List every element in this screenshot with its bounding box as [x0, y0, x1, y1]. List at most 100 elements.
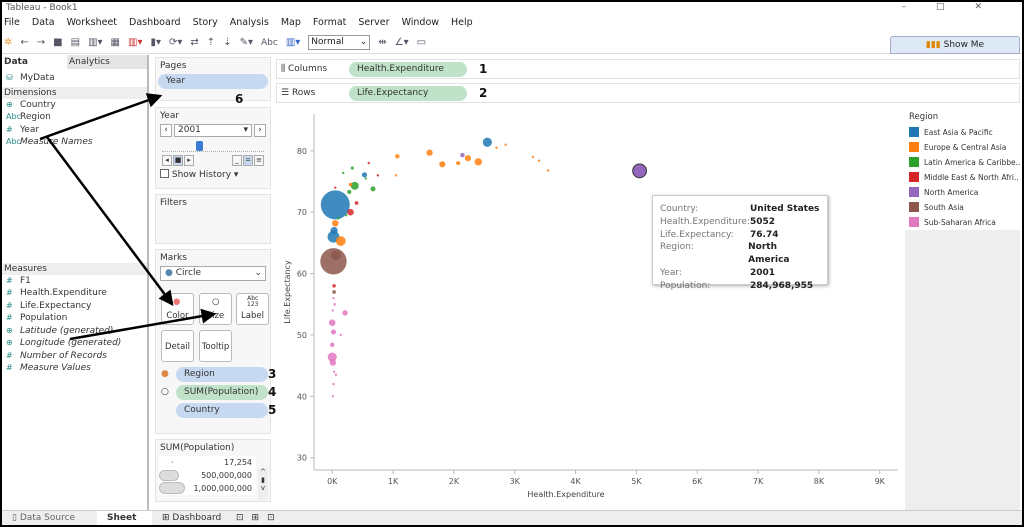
data-point[interactable]: [547, 169, 550, 172]
legend-item[interactable]: Sub-Saharan Africa: [905, 215, 1020, 230]
legend-item[interactable]: North America: [905, 185, 1020, 200]
data-point[interactable]: [460, 152, 465, 158]
menu-file[interactable]: File: [4, 15, 20, 31]
back-icon[interactable]: ←: [20, 37, 28, 48]
data-point[interactable]: [394, 174, 398, 177]
menu-dashboard[interactable]: Dashboard: [129, 15, 181, 31]
speed-medium-button[interactable]: =: [243, 155, 253, 166]
data-point[interactable]: [354, 201, 359, 205]
data-point[interactable]: [456, 161, 461, 166]
marks-pill-region[interactable]: Region: [176, 367, 268, 382]
data-point[interactable]: [495, 146, 498, 149]
speed-fast-button[interactable]: ≡: [254, 155, 264, 166]
size-legend-scrollbar[interactable]: ^ ▮ v: [258, 468, 268, 500]
swap-icon[interactable]: ⇄: [190, 37, 198, 48]
data-point[interactable]: [331, 309, 335, 312]
window-controls[interactable]: –□✕: [901, 2, 1012, 12]
data-point[interactable]: [348, 182, 353, 187]
data-point[interactable]: [332, 382, 335, 386]
chart-type-icon[interactable]: ▥▾: [286, 37, 300, 48]
pages-pill-year[interactable]: Year: [158, 74, 268, 89]
menu-help[interactable]: Help: [451, 15, 473, 31]
data-point[interactable]: [332, 219, 339, 227]
field-year[interactable]: # Year: [2, 124, 147, 137]
data-point[interactable]: [330, 329, 337, 335]
scatter-plot[interactable]: 30 40 50 60 70 80 0K 1K 2K 3K 4K 5K 6K 7K 8K 9K Health.E…: [276, 110, 902, 502]
data-point[interactable]: [328, 319, 336, 326]
marks-pill-population[interactable]: SUM(Population): [176, 385, 268, 400]
tab-analytics[interactable]: Analytics: [67, 55, 132, 69]
show-labels-button[interactable]: Abc: [261, 38, 278, 48]
new-dashboard-icon[interactable]: ⊞: [248, 511, 264, 525]
data-point[interactable]: [376, 174, 380, 177]
refresh-icon[interactable]: ⟳▾: [169, 37, 182, 48]
play-forward-button[interactable]: ▸: [184, 155, 194, 166]
data-point[interactable]: [334, 186, 337, 189]
presentation-icon[interactable]: ▭: [417, 37, 426, 48]
scatter-plot-area[interactable]: 30 40 50 60 70 80 0K 1K 2K 3K 4K 5K 6K 7K 8K 9K Health.E…: [276, 110, 902, 502]
data-point[interactable]: [345, 214, 348, 217]
speed-slow-button[interactable]: _: [232, 155, 242, 166]
data-point[interactable]: [330, 342, 335, 348]
legend-item[interactable]: South Asia: [905, 200, 1020, 215]
data-point[interactable]: [464, 155, 472, 162]
data-point[interactable]: [361, 172, 368, 178]
data-point[interactable]: [474, 158, 482, 166]
fix-axes-icon[interactable]: ⇹: [378, 37, 386, 48]
field-health-expenditure[interactable]: # Health.Expenditure: [2, 287, 147, 300]
data-point[interactable]: [329, 359, 337, 366]
pen-icon[interactable]: ∠▾: [395, 37, 409, 48]
tooltip-button[interactable]: Tooltip: [199, 330, 232, 362]
menu-worksheet[interactable]: Worksheet: [67, 15, 117, 31]
data-point[interactable]: [350, 181, 359, 190]
field-measure-values[interactable]: # Measure Values: [2, 362, 147, 375]
tab-data-source[interactable]: ▯ Data Source: [2, 511, 97, 525]
play-back-button[interactable]: ◂: [162, 155, 172, 166]
duplicate-sheet-icon[interactable]: ▦: [111, 37, 120, 48]
data-point[interactable]: [347, 189, 352, 194]
data-point[interactable]: [370, 186, 376, 192]
menu-data[interactable]: Data: [32, 15, 55, 31]
new-worksheet-icon[interactable]: ▥▾: [88, 37, 102, 48]
color-button[interactable]: ● Color: [161, 293, 194, 325]
data-point[interactable]: [332, 290, 336, 294]
next-page-button[interactable]: ›: [254, 124, 266, 137]
data-point[interactable]: [342, 171, 345, 175]
legend-item[interactable]: Middle East & North Afri..: [905, 170, 1020, 185]
show-history-checkbox[interactable]: Show History ▾: [156, 166, 270, 183]
sort-desc-icon[interactable]: ⇣: [223, 37, 231, 48]
filters-card[interactable]: Filters: [155, 194, 271, 244]
data-point[interactable]: [331, 250, 341, 260]
field-number-of-records[interactable]: # Number of Records: [2, 350, 147, 363]
data-point[interactable]: [331, 395, 335, 398]
menu-story[interactable]: Story: [193, 15, 218, 31]
data-point[interactable]: [350, 166, 354, 170]
size-button[interactable]: ○ Size: [199, 293, 232, 325]
menu-server[interactable]: Server: [358, 15, 389, 31]
data-point[interactable]: [347, 208, 354, 216]
field-latitude-generated-[interactable]: ⊕ Latitude (generated): [2, 325, 147, 338]
data-point[interactable]: [531, 155, 535, 159]
data-point[interactable]: [367, 161, 370, 165]
data-point[interactable]: [337, 217, 340, 220]
tableau-logo-icon[interactable]: ✲: [4, 37, 12, 48]
data-point[interactable]: [335, 236, 346, 246]
data-point[interactable]: [439, 161, 446, 168]
tab-data[interactable]: Data: [2, 55, 67, 69]
field-life-expectancy[interactable]: # Life.Expectancy: [2, 300, 147, 313]
prev-page-button[interactable]: ‹: [160, 124, 172, 137]
data-point[interactable]: [364, 177, 367, 180]
field-population[interactable]: # Population: [2, 312, 147, 325]
new-sheet-icon[interactable]: ⊡: [232, 511, 248, 525]
field-measure-names[interactable]: AbcMeasure Names: [2, 136, 147, 149]
year-select[interactable]: 2001 ▾: [174, 124, 252, 137]
legend-item[interactable]: Latin America & Caribbe..: [905, 155, 1020, 170]
sort-asc-icon[interactable]: ⇡: [207, 37, 215, 48]
data-point[interactable]: [334, 373, 338, 377]
data-point[interactable]: [632, 163, 647, 179]
stop-button[interactable]: ■: [173, 155, 183, 166]
save-icon[interactable]: ■: [53, 37, 62, 48]
data-point[interactable]: [332, 296, 335, 300]
year-slider[interactable]: [162, 140, 264, 152]
legend-item[interactable]: Europe & Central Asia: [905, 140, 1020, 155]
